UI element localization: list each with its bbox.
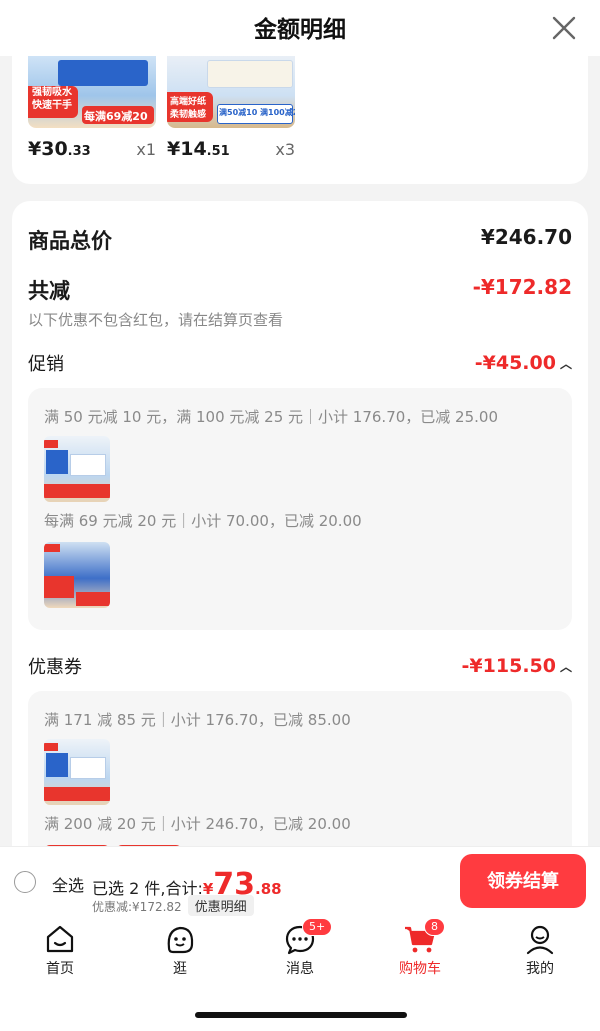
user-icon <box>526 925 554 955</box>
chevron-up-icon[interactable]: ︿ <box>560 355 572 372</box>
promotion-rule: 每满 69 元减 20 元｜小计 70.00，已减 20.00 <box>44 512 362 530</box>
promotion-product-thumb[interactable] <box>44 542 110 608</box>
total-discount-row: 共减 -¥172.82 <box>28 275 572 305</box>
coupon-amount: -¥115.50 <box>461 655 556 677</box>
promotion-rule: 满 50 元减 10 元，满 100 元减 25 元｜小计 176.70，已减 … <box>44 408 499 426</box>
total-discount-label: 共减 <box>28 279 70 303</box>
tab-profile[interactable]: 我的 <box>500 922 580 978</box>
checkout-button[interactable]: 领券结算 <box>460 854 586 908</box>
thumb-label: 高端好纸 <box>170 97 207 107</box>
product-thumbnail[interactable]: 高端好纸 柔韧触感 满50减10 满100减25 <box>167 56 295 128</box>
close-icon[interactable] <box>548 12 580 44</box>
cart-badge: 8 <box>424 918 445 936</box>
tab-messages[interactable]: 5+ 消息 <box>260 918 340 978</box>
chevron-up-icon[interactable]: ︿ <box>560 658 572 675</box>
product-price: ¥30.33 <box>28 138 91 160</box>
tab-stroll[interactable]: 逛 <box>140 922 220 978</box>
coupon-rule: 满 200 减 20 元｜小计 246.70，已减 20.00 <box>44 815 351 833</box>
tab-label: 逛 <box>173 961 187 977</box>
thumb-label: 柔韧触感 <box>170 110 207 120</box>
thumb-label: 强韧吸水 <box>32 87 72 98</box>
tab-label: 我的 <box>526 961 554 977</box>
promotion-amount: -¥45.00 <box>474 352 556 374</box>
header: 金额明细 <box>0 0 600 56</box>
goods-total-value: ¥246.70 <box>480 225 572 249</box>
coupon-header[interactable]: 优惠券 -¥115.50 ︿ <box>28 653 572 681</box>
thumb-label: 快速干手 <box>32 100 72 111</box>
tab-home[interactable]: 首页 <box>20 922 100 978</box>
page-title: 金额明细 <box>254 17 346 43</box>
face-icon <box>167 926 194 954</box>
goods-total-row: 商品总价 ¥246.70 <box>28 225 572 255</box>
home-indicator[interactable] <box>195 1012 407 1018</box>
checkout-bar: 全选 已选 2 件,合计:¥73.88 优惠减:¥172.82 优惠明细 领券结算 <box>0 846 600 916</box>
detail-scroll-area[interactable]: 强韧吸水 快速干手 每满69减20 ¥30.33 x1 高端好纸 柔韧触感 满5… <box>0 56 600 846</box>
discount-amount: 优惠减:¥172.82 <box>92 900 182 914</box>
tab-label: 首页 <box>46 961 74 977</box>
select-all-label[interactable]: 全选 <box>52 872 84 896</box>
product-quantity: x3 <box>275 140 295 159</box>
total-decimal: .88 <box>255 880 282 898</box>
thumb-promo: 满50减10 满100减25 <box>219 108 295 117</box>
coupon-detail-box: 满 171 减 85 元｜小计 176.70，已减 85.00 满 200 减 … <box>28 691 572 846</box>
tab-label: 购物车 <box>399 961 441 977</box>
total-discount-value: -¥172.82 <box>472 275 572 299</box>
product-quantity: x1 <box>136 140 156 159</box>
tab-label: 消息 <box>286 961 314 977</box>
promotion-detail-box: 满 50 元减 10 元，满 100 元减 25 元｜小计 176.70，已减 … <box>28 388 572 630</box>
promotion-product-thumb[interactable] <box>44 436 110 502</box>
discount-note: 以下优惠不包含红包，请在结算页查看 <box>28 311 284 329</box>
items-card: 强韧吸水 快速干手 每满69减20 ¥30.33 x1 高端好纸 柔韧触感 满5… <box>12 56 588 184</box>
product-item[interactable]: 强韧吸水 快速干手 每满69减20 ¥30.33 x1 <box>28 56 156 168</box>
coupon-product-thumb[interactable] <box>44 739 110 805</box>
discount-detail-button[interactable]: 优惠明细 <box>187 895 254 916</box>
coupon-rule: 满 171 减 85 元｜小计 176.70，已减 85.00 <box>44 711 351 729</box>
discount-summary: 优惠减:¥172.82 优惠明细 <box>92 895 254 916</box>
coupon-label: 优惠券 <box>28 657 82 678</box>
promotion-header[interactable]: 促销 -¥45.00 ︿ <box>28 350 572 378</box>
product-item[interactable]: 高端好纸 柔韧触感 满50减10 满100减25 ¥14.51 x3 <box>167 56 295 168</box>
amount-detail-card: 商品总价 ¥246.70 共减 -¥172.82 以下优惠不包含红包，请在结算页… <box>12 201 588 846</box>
home-icon <box>46 925 74 953</box>
tab-cart[interactable]: 8 购物车 <box>380 918 460 978</box>
select-all-radio[interactable] <box>14 871 36 893</box>
thumb-promo: 每满69减20 <box>84 110 148 123</box>
promotion-label: 促销 <box>28 354 64 375</box>
product-price: ¥14.51 <box>167 138 230 160</box>
messages-badge: 5+ <box>302 918 333 936</box>
product-thumbnail[interactable]: 强韧吸水 快速干手 每满69减20 <box>28 56 156 128</box>
goods-total-label: 商品总价 <box>28 229 112 253</box>
